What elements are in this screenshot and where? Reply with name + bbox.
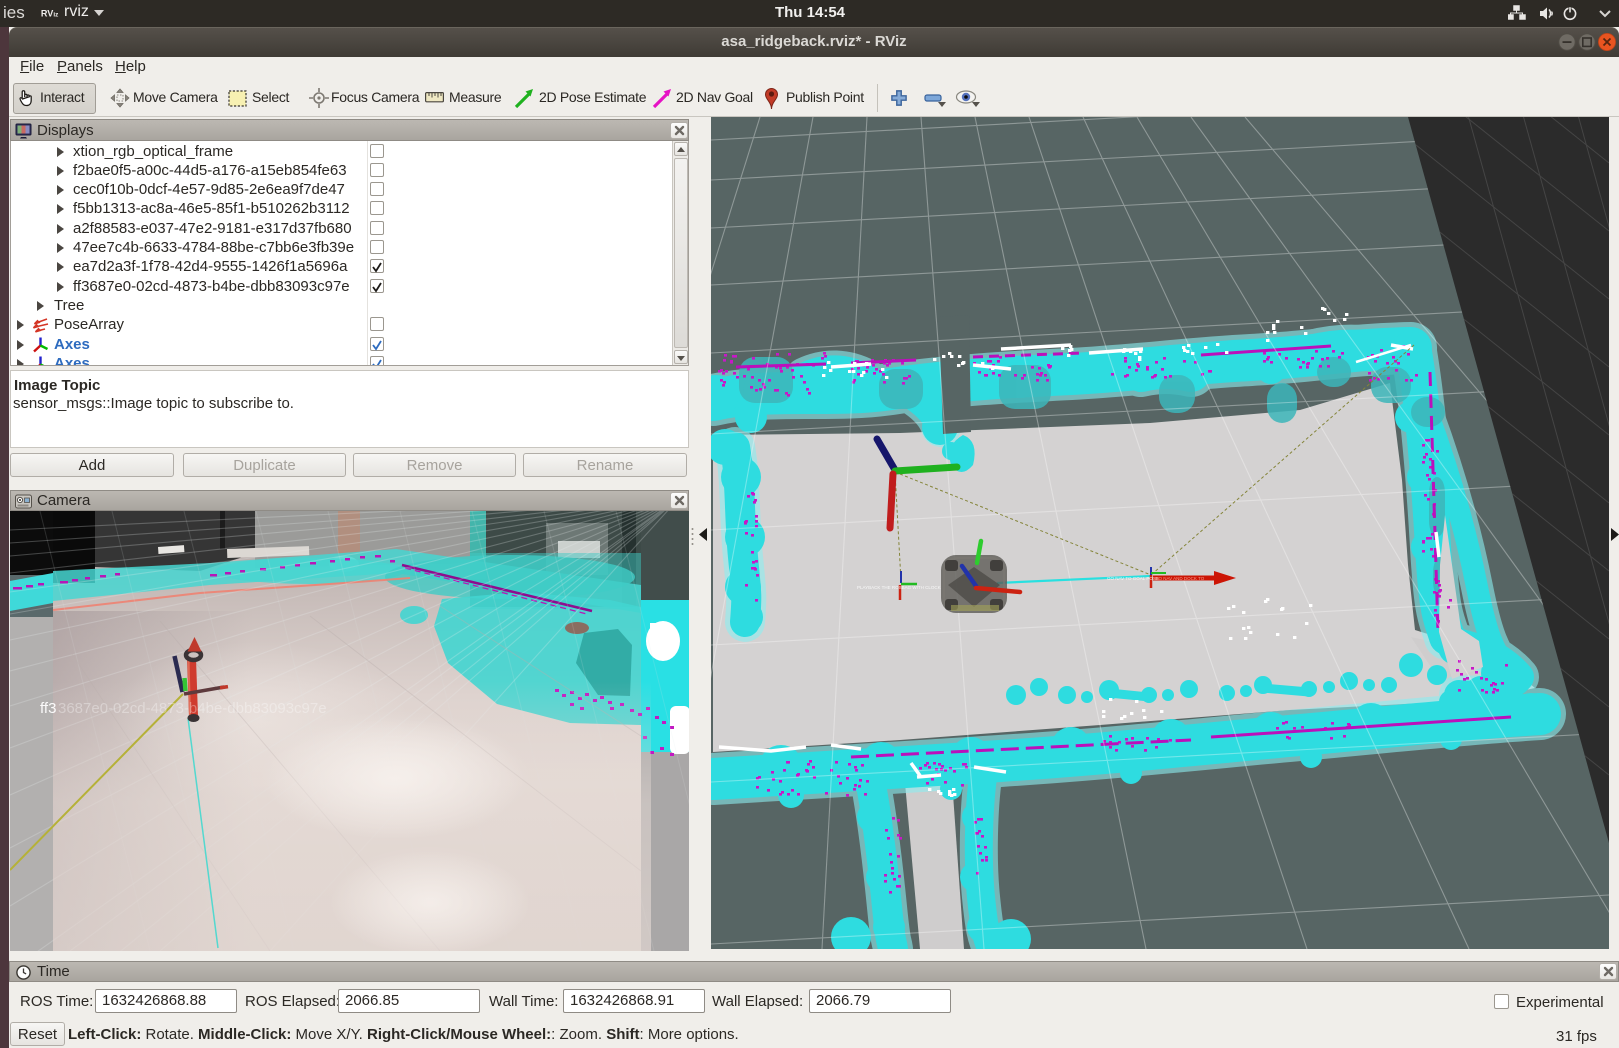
svg-text:RViz: RViz	[41, 9, 58, 19]
svg-text:3687e0-02cd-4873-b4be-dbb83093: 3687e0-02cd-4873-b4be-dbb83093c97e	[58, 700, 327, 717]
svg-text:GO NAV TO GOAL POSE: GO NAV TO GOAL POSE	[1107, 576, 1159, 581]
svg-text:ff3: ff3	[40, 700, 56, 717]
svg-text:GO NAV AND DOCK TO: GO NAV AND DOCK TO	[1155, 576, 1205, 581]
svg-text:PLAYBACK THE ROSBAG WITH CLOCK: PLAYBACK THE ROSBAG WITH CLOCK	[857, 585, 941, 590]
